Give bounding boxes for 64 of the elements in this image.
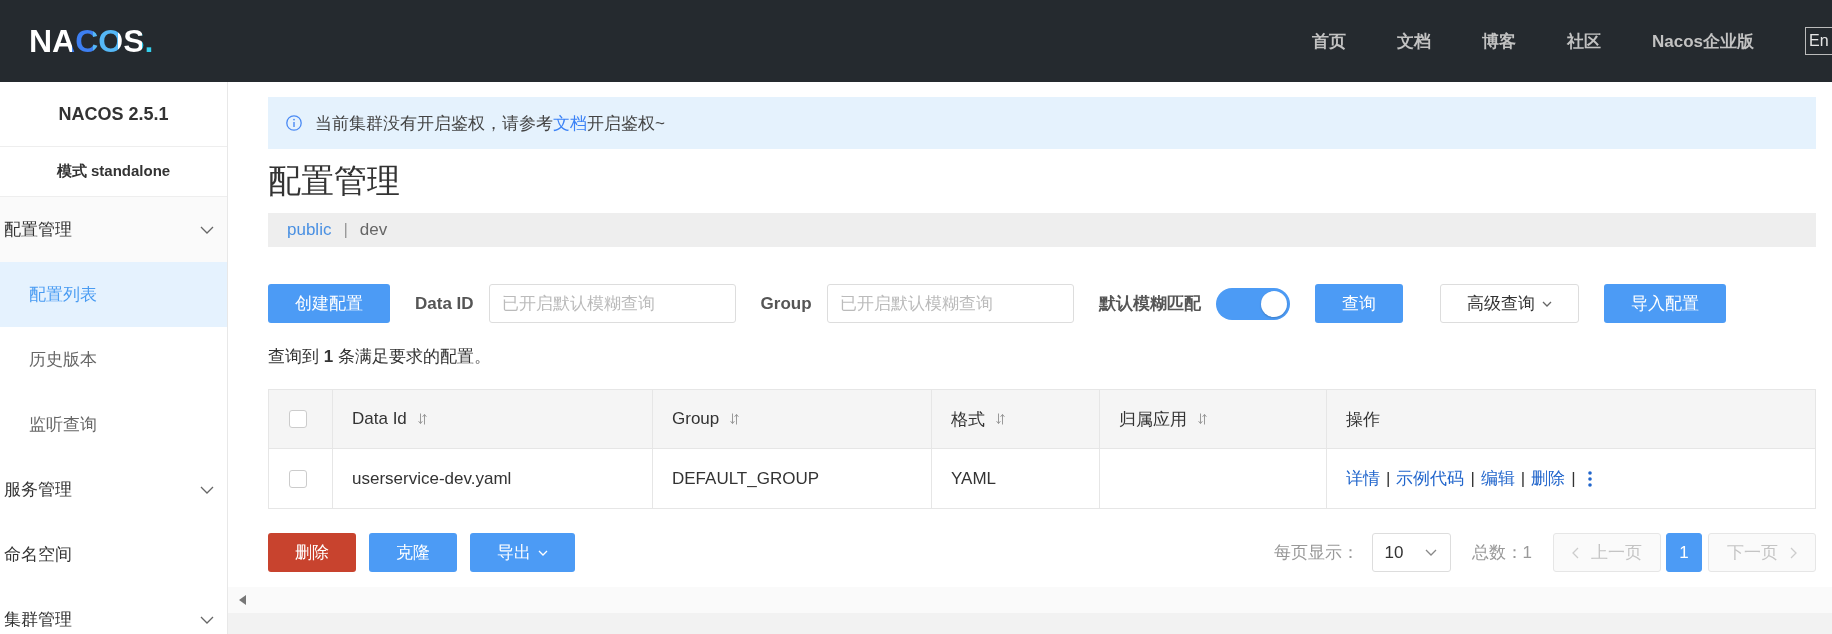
- action-link[interactable]: 详情: [1346, 467, 1380, 490]
- result-summary: 查询到 1 条满足要求的配置。: [268, 347, 492, 367]
- sidebar-group[interactable]: 集群管理: [0, 587, 227, 634]
- sort-icon: [730, 413, 740, 425]
- version-label: NACOS 2.5.1: [0, 82, 227, 147]
- field-label: Data ID: [415, 293, 474, 314]
- column-header[interactable]: 格式: [932, 390, 1100, 448]
- action-separator: |: [1386, 468, 1391, 489]
- sidebar-item[interactable]: 命名空间: [0, 522, 227, 587]
- chevron-down-icon: [1424, 549, 1437, 556]
- action-link[interactable]: 删除: [1531, 467, 1566, 490]
- total-count: 总数：1: [1471, 542, 1532, 564]
- page-title: 配置管理: [268, 163, 401, 199]
- column-header[interactable]: Group: [653, 390, 932, 448]
- left-arrow-icon: [239, 595, 246, 605]
- nav-link[interactable]: 博客: [1481, 29, 1516, 53]
- namespace-separator: |: [343, 220, 348, 240]
- page-size-label: 每页显示：: [1273, 542, 1359, 564]
- sort-icon: [996, 413, 1005, 425]
- chevron-left-icon: [1572, 546, 1579, 559]
- table-cell: DEFAULT_GROUP: [653, 449, 932, 508]
- toggle-switch[interactable]: [1215, 287, 1290, 320]
- chevron-down-icon: [200, 615, 214, 624]
- column-header[interactable]: Data Id: [333, 390, 653, 448]
- chevron-right-icon: [1790, 546, 1797, 559]
- table-cell: YAML: [932, 449, 1100, 508]
- more-icon[interactable]: [1587, 470, 1592, 487]
- namespace-link[interactable]: dev: [359, 220, 388, 240]
- chevron-down-icon: [200, 485, 214, 494]
- action-button[interactable]: 删除: [268, 533, 356, 572]
- row-checkbox[interactable]: [289, 469, 307, 488]
- action-separator: |: [1571, 468, 1576, 489]
- search-field[interactable]: 已开启默认模糊查询: [488, 284, 736, 323]
- action-link[interactable]: 示例代码: [1396, 467, 1465, 490]
- toggle-label: 默认模糊匹配: [1098, 293, 1201, 315]
- notice-message: 当前集群没有开启鉴权，请参考文档开启鉴权~: [315, 112, 665, 135]
- select-all-checkbox[interactable]: [289, 410, 307, 428]
- sidebar-group[interactable]: 服务管理: [0, 457, 227, 522]
- sidebar-group[interactable]: 配置管理: [0, 197, 227, 262]
- page-size-select[interactable]: 10: [1371, 533, 1451, 572]
- horizontal-scrollbar[interactable]: [228, 587, 1832, 613]
- caret-down-icon: [538, 549, 548, 556]
- docs-link[interactable]: 文档: [553, 113, 587, 133]
- nav-link[interactable]: 文档: [1396, 29, 1431, 53]
- info-icon: [286, 115, 302, 131]
- action-link[interactable]: 编辑: [1480, 467, 1515, 490]
- action-separator: |: [1470, 468, 1475, 489]
- chevron-down-icon: [200, 225, 214, 234]
- column-header[interactable]: 归属应用: [1100, 390, 1327, 448]
- column-header: 操作: [1345, 408, 1381, 431]
- action-separator: |: [1520, 468, 1526, 489]
- sort-icon: [1198, 413, 1207, 425]
- sidebar-item[interactable]: 监听查询: [0, 392, 227, 457]
- table-cell: userservice-dev.yaml: [333, 449, 653, 508]
- field-label: Group: [760, 293, 812, 314]
- nav-link[interactable]: Nacos企业版: [1651, 29, 1754, 53]
- language-button[interactable]: En: [1805, 27, 1832, 55]
- nav-link[interactable]: 社区: [1566, 29, 1601, 53]
- sort-icon: [417, 413, 427, 425]
- search-field[interactable]: 已开启默认模糊查询: [826, 284, 1074, 323]
- sidebar-item[interactable]: 历史版本: [0, 327, 227, 392]
- nav-link[interactable]: 首页: [1311, 29, 1346, 53]
- caret-down-icon: [1541, 300, 1552, 307]
- dropdown-button[interactable]: 高级查询: [1439, 284, 1579, 323]
